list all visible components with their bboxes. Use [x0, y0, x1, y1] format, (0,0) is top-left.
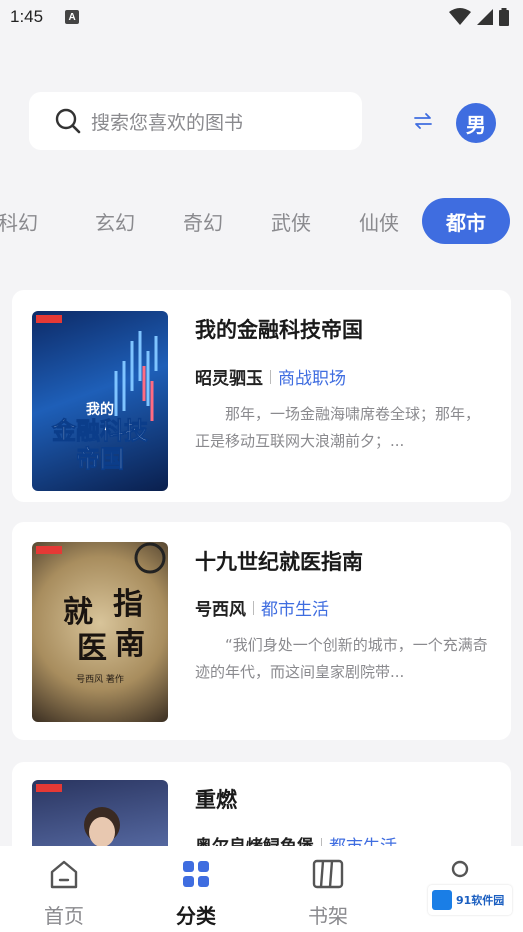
svg-text:号西风 著作: 号西风 著作 — [76, 673, 124, 685]
svg-text:医: 医 — [77, 631, 107, 666]
svg-text:指: 指 — [113, 587, 143, 622]
book-meta: 号西风 都市生活 — [195, 595, 329, 620]
watermark-logo: 91软件园 — [428, 885, 512, 915]
nav-item-bookshelf[interactable]: 书架 — [288, 858, 368, 929]
nav-item-category[interactable]: 分类 — [156, 858, 236, 929]
svg-text:南: 南 — [115, 627, 145, 662]
book-description: 那年，一场金融海啸席卷全球；那年，正是移动互联网大浪潮前夕；... — [195, 405, 481, 450]
search-placeholder: 搜索您喜欢的图书 — [91, 111, 244, 134]
search-row: 搜索您喜欢的图书 男 — [0, 92, 523, 152]
swap-icon[interactable] — [412, 110, 434, 132]
watermark-text: 91软件园 — [456, 894, 505, 907]
watermark-icon — [432, 890, 452, 910]
nav-label-category: 分类 — [176, 904, 216, 928]
category-icon — [183, 861, 209, 887]
book-author: 号西风 — [195, 600, 246, 620]
category-tabs: 科幻 玄幻 奇幻 武侠 仙侠 都市 — [0, 198, 523, 246]
battery-icon — [499, 8, 509, 26]
book-title: 我的金融科技帝国 — [195, 318, 363, 342]
search-icon — [55, 108, 81, 134]
nav-item-home[interactable]: 首页 — [24, 858, 104, 929]
category-tab-urban[interactable]: 都市 — [422, 198, 510, 244]
book-title: 重燃 — [195, 788, 237, 812]
wifi-icon — [449, 8, 471, 25]
gender-toggle-button[interactable]: 男 — [456, 103, 496, 143]
book-cover: 就 指 医 南 号西风 著作 — [32, 542, 168, 722]
book-genre[interactable]: 商战职场 — [278, 364, 346, 389]
category-tab-scifi[interactable]: 科幻 — [0, 198, 50, 244]
book-cover: 我的 金融科技 帝国 — [32, 311, 168, 491]
category-tab-wuxia[interactable]: 武侠 — [258, 198, 324, 244]
cover-art: 就 指 医 南 号西风 著作 — [36, 542, 166, 685]
svg-text:帝国: 帝国 — [76, 445, 124, 473]
status-icons — [449, 8, 509, 26]
svg-text:就: 就 — [63, 595, 93, 630]
category-tab-xianxia[interactable]: 仙侠 — [346, 198, 412, 244]
signal-icon — [477, 9, 493, 25]
book-title: 十九世纪就医指南 — [195, 550, 363, 574]
book-meta: 昭灵驷玉 商战职场 — [195, 364, 346, 389]
home-icon — [50, 860, 78, 889]
svg-text:我的: 我的 — [86, 401, 114, 418]
nav-label-bookshelf: 书架 — [308, 904, 348, 928]
search-input[interactable]: 搜索您喜欢的图书 — [29, 92, 362, 150]
nav-label-home: 首页 — [44, 904, 84, 928]
cover-art: 我的 金融科技 帝国 — [36, 315, 158, 473]
notification-icon: A — [65, 10, 80, 24]
bookshelf-icon — [312, 859, 344, 889]
category-tab-qihuan[interactable]: 奇幻 — [170, 198, 236, 244]
book-genre[interactable]: 都市生活 — [261, 595, 329, 620]
divider — [253, 600, 254, 615]
book-card[interactable]: 就 指 医 南 号西风 著作 十九世纪就医指南 号西风 都市生活 “我们身处一个… — [12, 522, 511, 740]
book-card[interactable]: 我的 金融科技 帝国 我的金融科技帝国 昭灵驷玉 商战职场 那年，一场金融海啸席… — [12, 290, 511, 502]
status-bar: 1:45 A — [0, 0, 523, 34]
svg-text:金融科技: 金融科技 — [51, 417, 149, 445]
divider — [270, 369, 271, 384]
status-time: 1:45 — [10, 7, 44, 26]
book-description: “我们身处一个创新的城市，一个充满奇迹的年代，而这间皇家剧院带... — [195, 636, 488, 681]
book-author: 昭灵驷玉 — [195, 369, 263, 389]
category-tab-xuanhuan[interactable]: 玄幻 — [82, 198, 148, 244]
